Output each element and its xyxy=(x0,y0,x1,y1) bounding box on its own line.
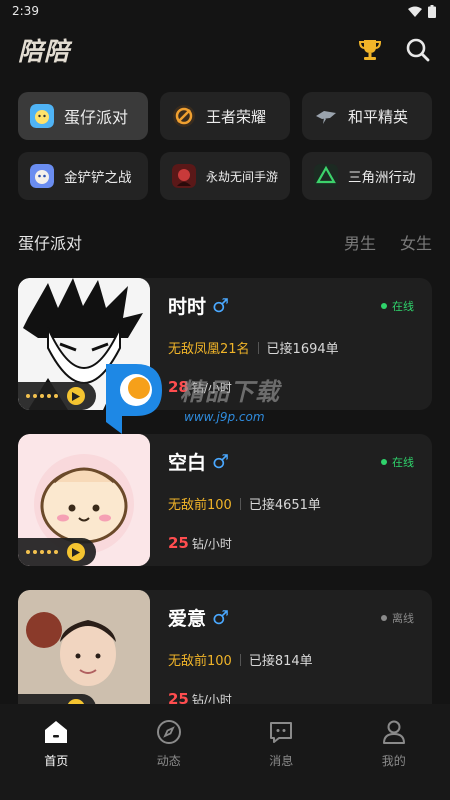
audio-wave-dot xyxy=(47,394,51,398)
game-chip-label: 金铲铲之战 xyxy=(64,170,132,186)
status-bar: 2:39 xyxy=(0,0,450,22)
player-name: 爱意 xyxy=(168,608,207,630)
game-chip-golden-spatula[interactable]: 金铲铲之战 xyxy=(18,152,148,200)
app-logo: 陪陪 xyxy=(18,37,71,66)
watermark-logo xyxy=(106,364,162,434)
player-meta: 无敌前100 已接814单 xyxy=(168,650,313,669)
avatar xyxy=(18,434,150,566)
watermark-text: 精品下载 xyxy=(180,378,280,406)
player-rank: 无敌前100 xyxy=(168,498,232,513)
avatar xyxy=(18,590,150,722)
male-icon: ♂ xyxy=(212,450,230,473)
peacekeeper-elite-icon xyxy=(316,111,336,124)
app-header: 陪陪 xyxy=(0,28,450,72)
section-header: 蛋仔派对 男生 女生 xyxy=(18,228,432,256)
online-dot-icon xyxy=(381,303,387,309)
audio-wave-dot xyxy=(54,550,58,554)
naraka-mobile-icon xyxy=(172,164,196,188)
status-label: 在线 xyxy=(392,456,414,469)
player-card[interactable]: 空白 ♂ 在线 无敌前100 已接4651单 25 钻/小时 xyxy=(18,434,432,566)
play-icon[interactable] xyxy=(67,543,85,561)
status-badge: 在线 xyxy=(381,298,414,314)
male-icon: ♂ xyxy=(212,606,230,629)
game-chip-honor-of-kings[interactable]: 王者荣耀 xyxy=(160,92,290,140)
divider xyxy=(257,341,259,354)
game-chip-label: 蛋仔派对 xyxy=(64,108,129,127)
divider xyxy=(239,497,241,510)
profile-icon xyxy=(382,720,405,744)
status-label: 在线 xyxy=(392,300,414,313)
section-title: 蛋仔派对 xyxy=(18,234,83,253)
message-icon xyxy=(270,722,293,743)
search-icon[interactable] xyxy=(404,36,432,64)
play-icon[interactable] xyxy=(67,387,85,405)
watermark-url: www.j9p.com xyxy=(184,410,265,424)
nav-label: 我的 xyxy=(381,754,406,768)
player-name-row: 时时 ♂ xyxy=(168,292,229,319)
audio-wave-dot xyxy=(33,394,37,398)
player-meta: 无敌凤凰21名 已接1694单 xyxy=(168,338,339,357)
filter-female[interactable]: 女生 xyxy=(400,230,432,254)
game-chip-label: 三角洲行动 xyxy=(348,170,416,186)
player-rank: 无敌凤凰21名 xyxy=(168,342,250,357)
nav-label: 消息 xyxy=(269,754,294,768)
compass-icon xyxy=(156,720,181,744)
trophy-icon[interactable] xyxy=(356,36,384,64)
player-name: 时时 xyxy=(168,296,207,318)
divider xyxy=(239,653,241,666)
audio-wave-dot xyxy=(26,394,30,398)
golden-spatula-icon xyxy=(30,164,54,188)
male-icon: ♂ xyxy=(212,294,230,317)
nav-item-home[interactable]: 首页 xyxy=(16,718,96,800)
status-time: 2:39 xyxy=(12,4,39,18)
player-meta: 无敌前100 已接4651单 xyxy=(168,494,321,513)
wifi-icon xyxy=(408,6,422,17)
honor-of-kings-icon xyxy=(173,105,195,127)
player-orders: 已接4651单 xyxy=(248,498,321,513)
game-category-grid: 蛋仔派对 王者荣耀 和平精英 金铲铲之战 永劫无间手游 三角洲行动 xyxy=(18,92,432,200)
audio-wave-dot xyxy=(54,394,58,398)
game-chip-peacekeeper-elite[interactable]: 和平精英 xyxy=(302,92,432,140)
game-chip-label: 永劫无间手游 xyxy=(206,169,279,184)
game-chip-label: 和平精英 xyxy=(348,107,409,126)
game-chip-eggy-party[interactable]: 蛋仔派对 xyxy=(18,92,148,140)
game-chip-delta-force[interactable]: 三角洲行动 xyxy=(302,152,432,200)
price-value: 25 xyxy=(168,534,189,552)
voice-intro-button[interactable] xyxy=(18,538,96,566)
nav-item-profile[interactable]: 我的 xyxy=(354,718,434,800)
bottom-nav: 首页 动态 消息 我的 xyxy=(0,704,450,800)
eggy-party-icon xyxy=(30,104,54,128)
audio-wave-dot xyxy=(47,550,51,554)
player-orders: 已接814单 xyxy=(248,654,313,669)
player-price: 25 钻/小时 xyxy=(168,534,232,552)
player-card[interactable]: 爱意 ♂ 离线 无敌前100 已接814单 25 钻/小时 xyxy=(18,590,432,722)
offline-dot-icon xyxy=(381,615,387,621)
voice-intro-button[interactable] xyxy=(18,382,96,410)
audio-wave-dot xyxy=(33,550,37,554)
nav-item-messages[interactable]: 消息 xyxy=(241,718,321,800)
status-badge: 在线 xyxy=(381,454,414,470)
player-name-row: 爱意 ♂ xyxy=(168,604,229,631)
player-name: 空白 xyxy=(168,452,207,474)
game-chip-label: 王者荣耀 xyxy=(206,107,267,126)
online-dot-icon xyxy=(381,459,387,465)
nav-label: 首页 xyxy=(44,754,69,768)
status-label: 离线 xyxy=(392,612,414,625)
price-unit: 钻/小时 xyxy=(191,537,232,551)
nav-label: 动态 xyxy=(156,754,181,768)
player-rank: 无敌前100 xyxy=(168,654,232,669)
status-badge: 离线 xyxy=(381,610,414,626)
player-name-row: 空白 ♂ xyxy=(168,448,229,475)
battery-icon xyxy=(428,4,436,18)
delta-force-icon xyxy=(314,164,338,188)
game-chip-naraka-mobile[interactable]: 永劫无间手游 xyxy=(160,152,290,200)
watermark-overlay: 精品下载 www.j9p.com xyxy=(96,356,336,436)
player-orders: 已接1694单 xyxy=(266,342,339,357)
audio-wave-dot xyxy=(26,550,30,554)
home-icon xyxy=(45,721,68,743)
audio-wave-dot xyxy=(40,394,44,398)
nav-item-feed[interactable]: 动态 xyxy=(129,718,209,800)
filter-male[interactable]: 男生 xyxy=(344,230,376,254)
audio-wave-dot xyxy=(40,550,44,554)
